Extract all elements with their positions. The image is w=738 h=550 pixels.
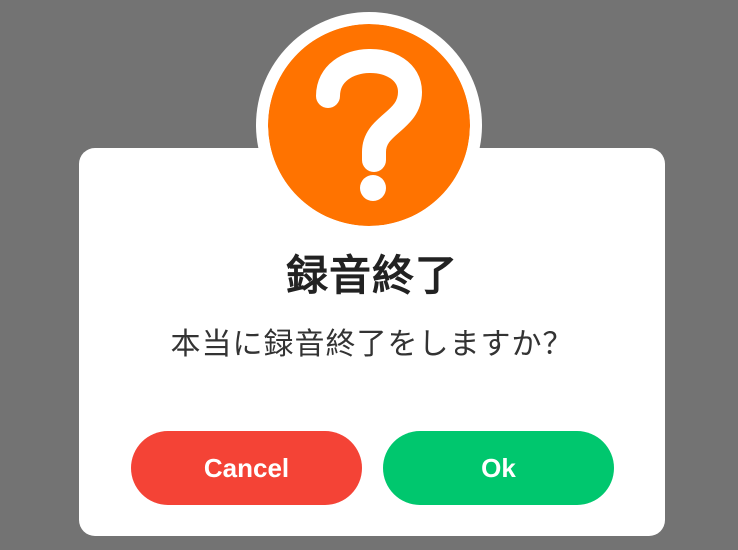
question-mark-icon: [268, 24, 470, 226]
dialog-message: 本当に録音終了をしますか？: [170, 327, 574, 362]
dialog-title: 録音終了: [285, 251, 458, 300]
ok-button[interactable]: Ok: [383, 431, 614, 505]
cancel-button[interactable]: Cancel: [131, 431, 362, 505]
